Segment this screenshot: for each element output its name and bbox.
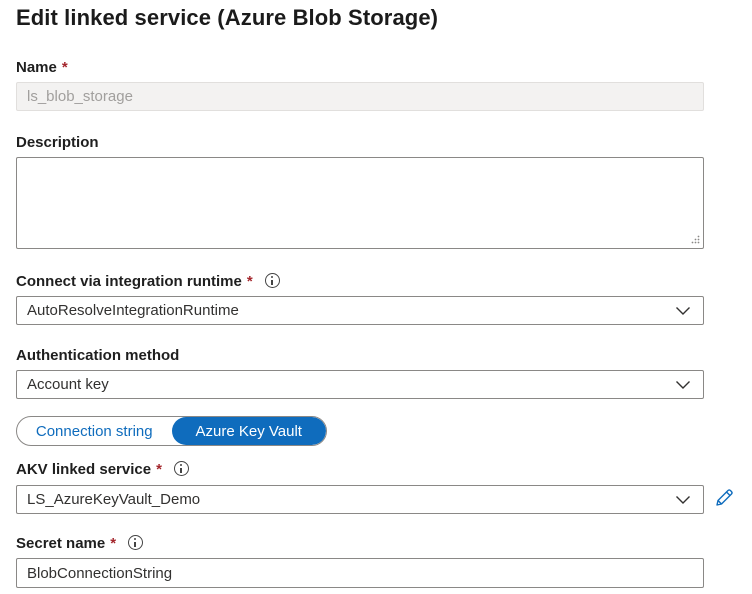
auth-selected: Account key xyxy=(27,376,109,393)
akv-label: AKV linked service xyxy=(16,461,152,478)
info-icon[interactable] xyxy=(264,273,280,288)
akv-required-mark: * xyxy=(156,461,162,478)
pencil-icon[interactable] xyxy=(713,487,735,509)
runtime-label: Connect via integration runtime xyxy=(16,273,242,290)
name-field: ls_blob_storage xyxy=(16,82,704,111)
azure-key-vault-option[interactable]: Azure Key Vault xyxy=(171,417,326,445)
akv-linked-service-dropdown[interactable]: LS_AzureKeyVault_Demo xyxy=(16,485,704,514)
akv-selected: LS_AzureKeyVault_Demo xyxy=(27,491,201,508)
name-label: Name xyxy=(16,59,57,76)
secret-label-row: Secret name * xyxy=(16,535,144,552)
name-label-row: Name * xyxy=(16,59,68,76)
auth-label: Authentication method xyxy=(16,347,180,364)
secret-label: Secret name xyxy=(16,535,106,552)
edit-linked-service-panel: Edit linked service (Azure Blob Storage)… xyxy=(0,0,752,594)
akv-label-row: AKV linked service * xyxy=(16,461,189,478)
connection-string-option[interactable]: Connection string xyxy=(17,417,172,445)
panel-title: Edit linked service (Azure Blob Storage) xyxy=(16,5,439,30)
secret-required-mark: * xyxy=(110,535,117,552)
description-label-row: Description xyxy=(16,134,99,151)
chevron-down-icon xyxy=(676,495,690,504)
secret-name-input[interactable]: BlobConnectionString xyxy=(16,558,704,588)
resize-grip-icon[interactable] xyxy=(690,235,700,245)
runtime-dropdown[interactable]: AutoResolveIntegrationRuntime xyxy=(16,296,704,325)
info-icon[interactable] xyxy=(128,535,144,550)
runtime-selected: AutoResolveIntegrationRuntime xyxy=(27,302,239,319)
chevron-down-icon xyxy=(676,306,690,315)
secret-value: BlobConnectionString xyxy=(27,564,173,582)
info-icon[interactable] xyxy=(173,461,189,476)
description-label: Description xyxy=(16,134,99,151)
connection-type-toggle: Connection string Azure Key Vault xyxy=(16,416,327,446)
chevron-down-icon xyxy=(676,380,690,389)
runtime-label-row: Connect via integration runtime * xyxy=(16,273,280,290)
auth-dropdown[interactable]: Account key xyxy=(16,370,704,399)
auth-label-row: Authentication method xyxy=(16,347,179,364)
name-value: ls_blob_storage xyxy=(27,88,133,105)
runtime-required-mark: * xyxy=(246,273,253,290)
description-textarea[interactable] xyxy=(16,157,704,249)
name-required-mark: * xyxy=(61,59,68,76)
